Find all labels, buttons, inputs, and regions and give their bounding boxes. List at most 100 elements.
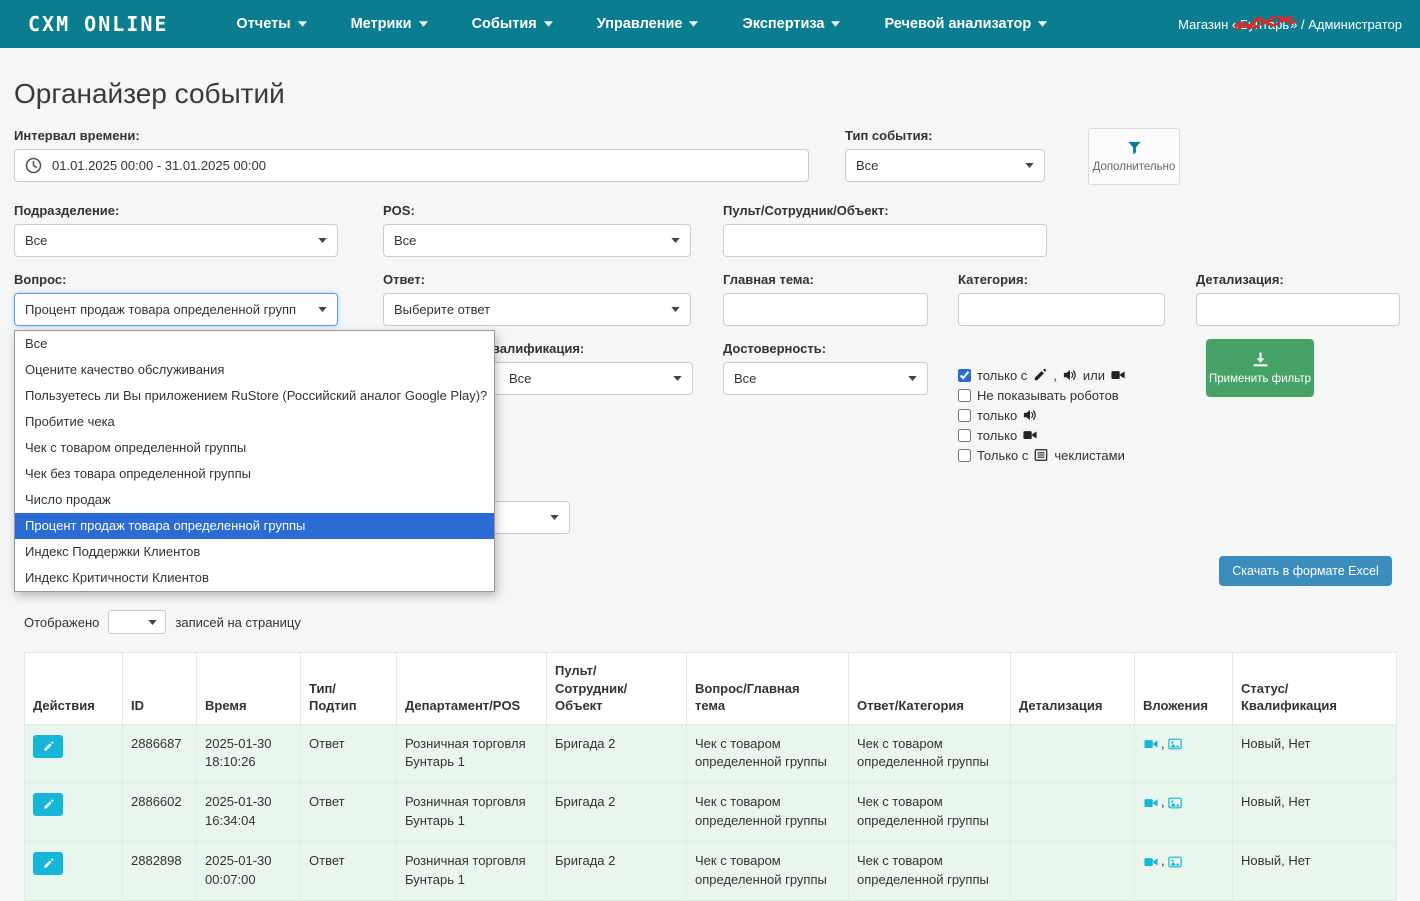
excel-export-button[interactable]: Скачать в формате Excel — [1219, 556, 1392, 586]
user-info[interactable]: Магазин «Бунтарь» / Администратор — [1178, 17, 1402, 32]
menu-item-label: Экспертиза — [742, 16, 824, 32]
cell-id: 2886687 — [123, 724, 197, 783]
apply-filter-button[interactable]: Применить фильтр — [1206, 339, 1314, 397]
filter-checkbox[interactable] — [958, 369, 971, 382]
question-option[interactable]: Все — [15, 331, 494, 357]
object-input[interactable] — [723, 224, 1047, 257]
pagination-prefix: Отображено — [24, 615, 99, 630]
question-option[interactable]: Пробитие чека — [15, 409, 494, 435]
question-option[interactable]: Индекс Поддержки Клиентов — [15, 539, 494, 565]
question-option[interactable]: Чек с товаром определенной группы — [15, 435, 494, 461]
interval-input[interactable] — [52, 158, 798, 173]
division-filter-group: Подразделение: Все — [14, 203, 338, 257]
filter-checkbox[interactable] — [958, 429, 971, 442]
caret-icon — [1038, 21, 1047, 27]
question-label: Вопрос: — [14, 272, 338, 287]
reliability-select[interactable]: Все — [723, 362, 928, 395]
main-theme-input[interactable] — [723, 293, 928, 326]
column-header: Тип/Подтип — [301, 653, 397, 725]
pos-select[interactable]: Все — [383, 224, 691, 257]
edit-button[interactable] — [33, 735, 63, 758]
detail-input[interactable] — [1196, 293, 1400, 326]
speaker-icon — [1063, 368, 1077, 382]
caret-icon — [689, 21, 698, 27]
interval-input-wrap — [14, 149, 809, 182]
cell-department: Розничная торговля Бунтарь 1 — [397, 842, 547, 901]
object-filter-group: Пульт/Сотрудник/Объект: — [723, 203, 1047, 257]
video-icon — [1111, 368, 1125, 382]
menu-item[interactable]: Управление — [575, 0, 721, 48]
filter-checkbox-row[interactable]: только — [958, 425, 1125, 445]
filter-checkbox-row[interactable]: Только с чеклистами — [958, 445, 1125, 465]
edit-button[interactable] — [33, 793, 63, 816]
checkbox-label: только — [977, 428, 1017, 443]
answer-select[interactable]: Выберите ответ — [383, 293, 691, 326]
cell-type: Ответ — [301, 724, 397, 783]
filter-checkbox[interactable] — [958, 409, 971, 422]
menu-item[interactable]: События — [450, 0, 575, 48]
column-header: Действия — [25, 653, 123, 725]
menu-item[interactable]: Метрики — [329, 0, 450, 48]
chevron-down-icon — [550, 515, 559, 520]
chevron-down-icon — [908, 376, 917, 381]
question-option[interactable]: Пользуетесь ли Вы приложением RuStore (Р… — [15, 383, 494, 409]
column-header: Статус/Квалификация — [1233, 653, 1397, 725]
cell-actions — [25, 724, 123, 783]
pos-filter-group: POS: Все — [383, 203, 691, 257]
cell-question: Чек с товаром определенной группы — [687, 842, 849, 901]
cell-time: 2025-01-30 16:34:04 — [197, 783, 301, 842]
filter-checkbox-row[interactable]: только с , или — [958, 365, 1125, 385]
cell-attachments[interactable]: , — [1135, 842, 1233, 901]
interval-label: Интервал времени: — [14, 128, 809, 143]
filter-checkbox-row[interactable]: только — [958, 405, 1125, 425]
edit-button[interactable] — [33, 852, 63, 875]
category-filter-group: Категория: — [958, 272, 1165, 326]
menu-item[interactable]: Экспертиза — [720, 0, 862, 48]
cell-time: 2025-01-30 18:10:26 — [197, 724, 301, 783]
checkbox-label: только — [977, 408, 1017, 423]
pos-label: POS: — [383, 203, 691, 218]
filter-checkbox[interactable] — [958, 449, 971, 462]
event-type-select[interactable]: Все — [845, 149, 1045, 182]
menu-item[interactable]: Отчеты — [214, 0, 328, 48]
division-select[interactable]: Все — [14, 224, 338, 257]
cell-attachments[interactable]: , — [1135, 783, 1233, 842]
question-option[interactable]: Процент продаж товара определенной групп… — [15, 513, 494, 539]
user-role-suffix: » / Администратор — [1290, 17, 1402, 32]
video-icon — [1023, 428, 1037, 442]
checklist-icon — [1034, 448, 1048, 462]
question-option[interactable]: Индекс Критичности Клиентов — [15, 565, 494, 591]
reliability-filter-group: Достоверность: Все — [723, 341, 928, 395]
question-option[interactable]: Чек без товара определенной группы — [15, 461, 494, 487]
page-size-select[interactable] — [108, 610, 166, 634]
menu-item[interactable]: Речевой анализатор — [862, 0, 1069, 48]
question-select[interactable]: Процент продаж товара определенной групп — [14, 293, 338, 326]
cell-id: 2886602 — [123, 783, 197, 842]
chevron-down-icon — [318, 307, 327, 312]
filter-funnel-icon — [1127, 140, 1142, 155]
video-icon — [1143, 855, 1159, 869]
qualification-select[interactable]: Все — [484, 362, 693, 395]
answer-filter-group: Ответ: Выберите ответ — [383, 272, 691, 326]
qualification-filter-group: Квалификация: Все — [484, 341, 693, 395]
question-option[interactable]: Оцените качество обслуживания — [15, 357, 494, 383]
speaker-icon — [1023, 408, 1037, 422]
additional-filters-button[interactable]: Дополнительно — [1088, 128, 1180, 185]
cell-time: 2025-01-30 00:07:00 — [197, 842, 301, 901]
filter-checkbox-row[interactable]: Не показывать роботов — [958, 385, 1125, 405]
cell-type: Ответ — [301, 783, 397, 842]
object-label: Пульт/Сотрудник/Объект: — [723, 203, 1047, 218]
cell-attachments[interactable]: , — [1135, 724, 1233, 783]
category-input[interactable] — [958, 293, 1165, 326]
question-option[interactable]: Число продаж — [15, 487, 494, 513]
image-icon — [1167, 855, 1183, 869]
checkbox-label: или — [1083, 368, 1105, 383]
cell-answer: Чек с товаром определенной группы — [849, 724, 1011, 783]
filter-checkbox[interactable] — [958, 389, 971, 402]
cell-answer: Чек с товаром определенной группы — [849, 842, 1011, 901]
checkbox-label: , — [1053, 368, 1057, 383]
cell-detail — [1011, 724, 1135, 783]
main-menu: ОтчетыМетрикиСобытияУправление Экспертиза… — [214, 0, 1069, 48]
cell-detail — [1011, 842, 1135, 901]
additional-label: Дополнительно — [1093, 161, 1176, 173]
